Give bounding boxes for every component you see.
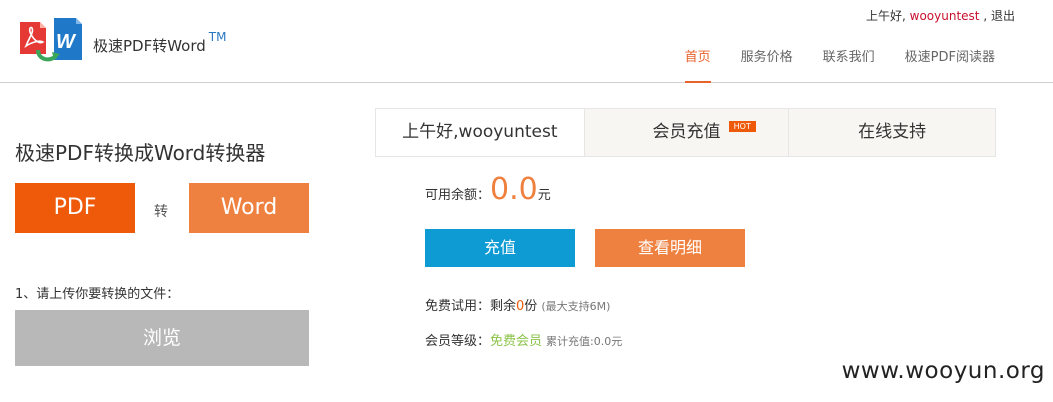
- site-header: W 极速PDF转Word TM 上午好, wooyuntest , 退出 首页 服…: [0, 0, 1053, 83]
- tab-membership-recharge[interactable]: 会员充值 HOT: [584, 109, 790, 156]
- main-nav: 首页 服务价格 联系我们 极速PDF阅读器: [655, 51, 995, 83]
- username-link[interactable]: wooyuntest: [910, 9, 980, 23]
- pdf-format-button[interactable]: PDF: [15, 183, 135, 233]
- converter-title: 极速PDF转换成Word转换器: [15, 141, 266, 165]
- hot-badge: HOT: [728, 121, 756, 132]
- balance-unit: 元: [537, 188, 551, 203]
- free-trial-row: 免费试用：剩余0份 (最大支持6M): [425, 295, 610, 314]
- user-bar: 上午好, wooyuntest , 退出: [866, 7, 1015, 24]
- nav-item-contact[interactable]: 联系我们: [823, 51, 875, 81]
- balance-label: 可用余额：: [425, 188, 491, 203]
- level-note: 累计充值:0.0元: [546, 335, 623, 348]
- recharge-button[interactable]: 充值: [425, 229, 575, 267]
- nav-item-pdf-reader[interactable]: 极速PDF阅读器: [905, 51, 995, 81]
- view-details-button[interactable]: 查看明细: [595, 229, 745, 267]
- tab-online-support[interactable]: 在线支持: [789, 109, 995, 156]
- level-value: 免费会员: [490, 334, 543, 349]
- watermark: www.wooyun.org: [841, 358, 1045, 384]
- pdf-to-word-logo-icon[interactable]: W: [18, 18, 84, 64]
- nav-item-pricing[interactable]: 服务价格: [741, 51, 793, 81]
- account-tabs: 上午好,wooyuntest 会员充值 HOT 在线支持: [375, 108, 996, 157]
- tab-greeting[interactable]: 上午好,wooyuntest: [376, 109, 585, 156]
- logout-link[interactable]: 退出: [991, 9, 1015, 23]
- convert-to-label: 转: [154, 204, 168, 220]
- brand-title: 极速PDF转Word TM: [93, 30, 226, 56]
- trial-label: 免费试用：剩余: [425, 299, 517, 314]
- level-label: 会员等级：: [425, 334, 491, 349]
- upload-step-label: 1、请上传你要转换的文件：: [15, 287, 180, 302]
- trial-note: (最大支持6M): [541, 300, 611, 313]
- user-separator: ,: [983, 9, 988, 23]
- word-format-button[interactable]: Word: [189, 183, 309, 233]
- browse-button[interactable]: 浏览: [15, 310, 309, 366]
- brand-name: 极速PDF转Word: [93, 37, 206, 55]
- brand-tm: TM: [208, 30, 227, 44]
- nav-item-home[interactable]: 首页: [684, 51, 711, 83]
- trial-unit: 份: [524, 299, 538, 314]
- member-level-row: 会员等级：免费会员 累计充值:0.0元: [425, 330, 622, 349]
- tab-membership-recharge-label: 会员充值: [652, 122, 721, 142]
- greeting: 上午好,: [865, 9, 906, 23]
- svg-text:W: W: [56, 31, 77, 53]
- balance-row: 可用余额：0.0元: [425, 172, 551, 207]
- balance-amount: 0.0: [490, 172, 538, 207]
